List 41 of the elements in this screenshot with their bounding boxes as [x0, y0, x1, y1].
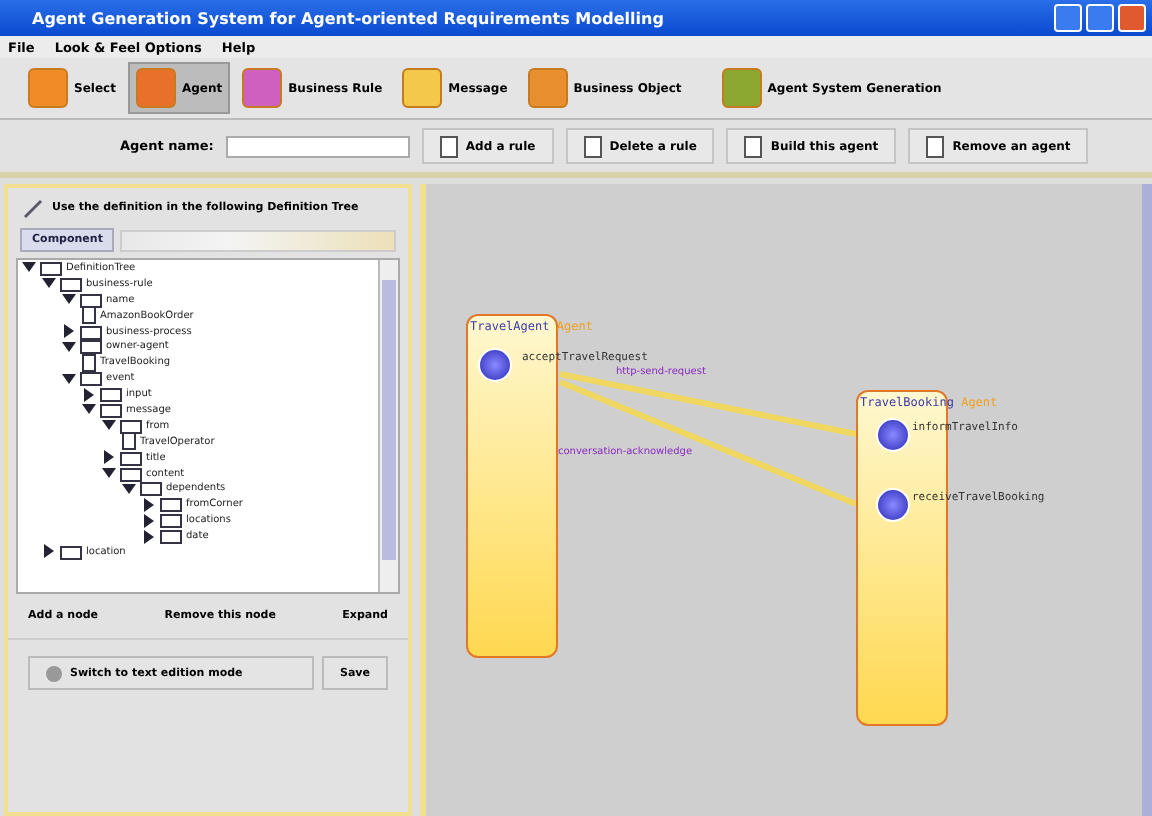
folder-icon	[80, 323, 102, 340]
folder-icon	[140, 480, 162, 497]
folder-icon	[80, 291, 102, 308]
expander-icon[interactable]	[62, 339, 76, 354]
agent-name-field[interactable]	[225, 135, 410, 157]
expander-icon[interactable]	[142, 513, 156, 528]
folder-icon	[80, 338, 102, 355]
folder-icon	[120, 465, 142, 482]
folder-icon	[100, 386, 122, 403]
folder-icon	[160, 496, 182, 513]
expander-icon[interactable]	[62, 324, 76, 338]
pencil-icon	[20, 196, 44, 220]
expander-icon[interactable]	[102, 466, 116, 481]
expander-icon[interactable]	[82, 402, 96, 417]
expander-icon[interactable]	[62, 292, 76, 307]
document-icon	[82, 306, 96, 325]
expander-icon[interactable]	[102, 450, 116, 465]
expander-icon[interactable]	[122, 481, 136, 496]
folder-icon	[60, 275, 82, 292]
folder-icon	[80, 370, 102, 387]
folder-icon	[120, 449, 142, 466]
folder-icon	[120, 417, 142, 434]
folder-icon	[160, 512, 182, 529]
window-title: Agent Generation System for Agent-oriented Requirements Modelling	[32, 9, 666, 27]
expander-icon[interactable]	[142, 497, 156, 512]
expander-icon[interactable]	[42, 276, 56, 291]
folder-icon	[100, 401, 122, 418]
document-icon	[82, 353, 96, 372]
folder-icon	[160, 528, 182, 545]
scrollbar[interactable]	[378, 260, 398, 592]
close-icon[interactable]	[1118, 4, 1146, 32]
document-icon	[122, 432, 136, 451]
expander-icon[interactable]	[62, 371, 76, 386]
expander-icon[interactable]	[42, 544, 56, 559]
expander-icon[interactable]	[142, 529, 156, 544]
expander-icon[interactable]	[22, 260, 36, 275]
minimize-icon[interactable]	[1054, 4, 1082, 32]
expander-icon[interactable]	[102, 418, 116, 433]
expander-icon[interactable]	[82, 387, 96, 402]
maximize-icon[interactable]	[1086, 4, 1114, 32]
folder-icon	[60, 543, 82, 560]
